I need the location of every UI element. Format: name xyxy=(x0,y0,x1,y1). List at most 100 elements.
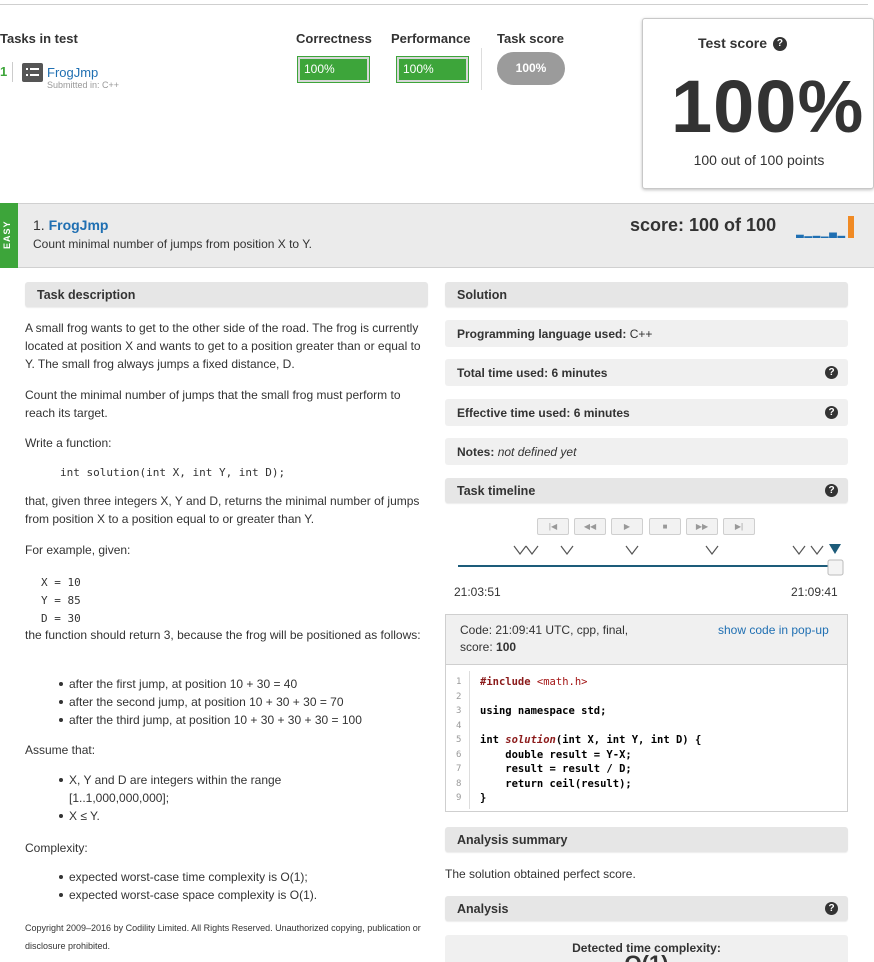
histogram-bar xyxy=(829,232,837,238)
list-item: expected worst-case space complexity is … xyxy=(59,886,425,904)
desc-block-4: that, given three integers X, Y and D, r… xyxy=(25,492,425,528)
timeline-markers xyxy=(513,545,824,555)
task-score-header: Task score xyxy=(497,31,564,46)
histogram-bar xyxy=(837,235,846,238)
desc-paragraph-6: the function should return 3, because th… xyxy=(25,628,421,642)
list-item: X ≤ Y. xyxy=(59,807,325,825)
score-divider xyxy=(481,48,482,90)
timeline-play-button[interactable]: ▶ xyxy=(611,518,643,535)
desc-paragraph-2: Count the minimal number of jumps that t… xyxy=(25,388,401,420)
top-divider xyxy=(0,0,868,5)
language-label: Programming language used: xyxy=(457,327,627,341)
total-time-text: Total time used: 6 minutes xyxy=(457,366,608,380)
task-title: 1. FrogJmp xyxy=(33,217,108,233)
task-timeline-title: Task timeline xyxy=(457,484,536,498)
code-line-7: 7 result = result / D; xyxy=(456,763,632,775)
analysis-title: Analysis xyxy=(457,902,509,916)
test-score-points: 100 out of 100 points xyxy=(693,152,825,168)
task-index: 1 xyxy=(0,64,8,79)
histogram-bar xyxy=(804,236,813,238)
effective-time-text: Effective time used: 6 minutes xyxy=(457,406,630,420)
list-item: after the first jump, at position 10 + 3… xyxy=(59,675,435,693)
score-histogram xyxy=(796,216,854,238)
desc-paragraph-5: For example, given: xyxy=(25,543,131,557)
submitted-in: Submitted in: C++ xyxy=(47,80,120,90)
example-x: X = 10 xyxy=(41,576,81,589)
jump-positions-list: after the first jump, at position 10 + 3… xyxy=(25,675,435,729)
test-score-label: Test score ? xyxy=(698,35,787,52)
task-list-icon xyxy=(22,63,43,82)
code-score: score: 100 xyxy=(460,640,516,654)
tasks-in-test-header: Tasks in test xyxy=(0,31,78,46)
code-score-value: 100 xyxy=(496,640,517,654)
help-icon[interactable]: ? xyxy=(825,902,838,915)
test-score-card: Test score ? 100% 100 out of 100 points xyxy=(642,18,874,189)
show-code-popup-link[interactable]: show code in pop-up xyxy=(718,623,829,637)
task-link-frogjmp[interactable]: FrogJmp xyxy=(47,65,98,80)
task-timeline-header: Task timeline ? xyxy=(445,478,848,503)
total-time-row: Total time used: 6 minutes ? xyxy=(445,359,848,386)
timeline-last-button[interactable]: ▶| xyxy=(723,518,755,535)
histogram-bar xyxy=(796,234,804,238)
analysis-summary-header: Analysis summary xyxy=(445,827,848,852)
desc-block-2: Count the minimal number of jumps that t… xyxy=(25,386,433,422)
notes-value: not defined yet xyxy=(497,445,577,459)
histogram-bar xyxy=(848,216,854,238)
help-icon[interactable]: ? xyxy=(825,366,838,379)
code-line-2: 2 xyxy=(456,691,462,702)
desc-paragraph-4: that, given three integers X, Y and D, r… xyxy=(25,494,420,526)
difficulty-badge: EASY xyxy=(0,203,18,268)
task-score-text: score: 100 of 100 xyxy=(630,215,777,235)
test-score-title: Test score xyxy=(698,35,767,51)
task-subtitle: Count minimal number of jumps from posit… xyxy=(33,237,313,251)
difficulty-label: EASY xyxy=(2,220,12,249)
desc-block-6: the function should return 3, because th… xyxy=(25,626,425,644)
example-values: X = 10 Y = 85 D = 30 xyxy=(41,574,81,628)
desc-block-5: For example, given: xyxy=(25,541,130,559)
desc-paragraph-7: Assume that: xyxy=(25,743,96,757)
assumptions-list: X, Y and D are integers within the range… xyxy=(25,771,325,825)
language-value: C++ xyxy=(629,327,653,341)
timeline-slider-handle xyxy=(827,559,844,576)
index-divider xyxy=(12,62,13,82)
timeline-end-time: 21:09:41 xyxy=(791,585,838,599)
task-score-pill: 100% xyxy=(497,52,565,85)
example-y: Y = 85 xyxy=(41,594,81,607)
analysis-summary-text: The solution obtained perfect score. xyxy=(445,867,636,881)
complexity-list: expected worst-case time complexity is O… xyxy=(25,868,425,904)
task-description-header: Task description xyxy=(25,282,428,307)
task-number: 1. xyxy=(33,217,45,233)
solution-header: Solution xyxy=(445,282,848,307)
timeline-stop-button[interactable]: ■ xyxy=(649,518,681,535)
help-icon[interactable]: ? xyxy=(772,37,787,52)
histogram-bar xyxy=(812,235,821,238)
help-icon[interactable]: ? xyxy=(825,406,838,419)
code-line-5: 5 int solution(int X, int Y, int D) { xyxy=(456,734,702,746)
code-info: Code: 21:09:41 UTC, cpp, final, xyxy=(460,623,629,637)
function-signature: int solution(int X, int Y, int D); xyxy=(60,466,286,479)
timeline-track[interactable] xyxy=(455,540,847,580)
timeline-rewind-button[interactable]: ◀◀ xyxy=(574,518,606,535)
task-title-link[interactable]: FrogJmp xyxy=(49,217,109,233)
code-panel: Code: 21:09:41 UTC, cpp, final, score: 1… xyxy=(445,614,848,812)
performance-header: Performance xyxy=(391,31,471,46)
correctness-badge: 100% xyxy=(297,56,370,83)
histogram-bar xyxy=(820,236,829,238)
code-line-8: 8 return ceil(result); xyxy=(456,777,632,790)
timeline-forward-button[interactable]: ▶▶ xyxy=(686,518,718,535)
detected-complexity-value: O(1) xyxy=(445,951,848,962)
analysis-header: Analysis ? xyxy=(445,896,848,921)
timeline-first-button[interactable]: |◀ xyxy=(537,518,569,535)
notes-label: Notes: xyxy=(457,445,495,459)
code-line-1: 1 #include <math.h> xyxy=(456,676,588,688)
code-header: Code: 21:09:41 UTC, cpp, final, score: 1… xyxy=(446,615,847,665)
timeline-current-marker xyxy=(829,544,841,554)
code-line-4: 4 xyxy=(456,720,462,731)
test-score-value: 100% xyxy=(671,65,865,148)
copyright-notice: Copyright 2009–2016 by Codility Limited.… xyxy=(25,923,421,951)
list-item: X, Y and D are integers within the range… xyxy=(59,771,325,807)
code-line-9: 9} xyxy=(456,792,487,804)
help-icon[interactable]: ? xyxy=(825,484,838,497)
desc-block-7: Assume that: xyxy=(25,741,95,759)
language-row: Programming language used: C++ xyxy=(445,320,848,347)
